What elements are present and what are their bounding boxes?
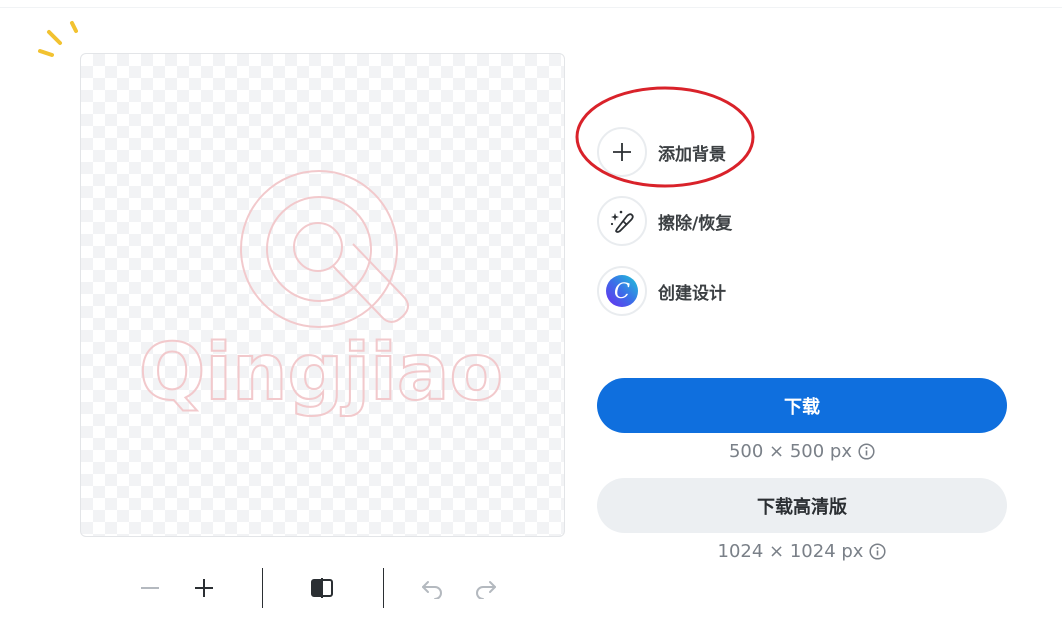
canva-logo-letter: C — [614, 279, 630, 303]
compare-icon — [311, 578, 333, 598]
download-button[interactable]: 下载 — [597, 378, 1007, 433]
download-hd-size-text: 1024 × 1024 px — [717, 541, 864, 562]
zoom-in-icon — [195, 579, 213, 597]
remove-background-result-page: Qingjiao 添加背景 擦除/恢复 C 创建设计 下载 500 × 500 … — [0, 0, 1062, 636]
add-background-label: 添加背景 — [658, 144, 726, 165]
download-hd-button[interactable]: 下载高清版 — [597, 478, 1007, 533]
info-icon[interactable] — [869, 543, 887, 560]
add-background-option[interactable]: 添加背景 — [597, 125, 726, 179]
info-icon[interactable] — [858, 443, 875, 460]
qingjiao-logo-image: Qingjiao — [138, 170, 504, 419]
compare-button[interactable] — [304, 570, 340, 606]
top-divider — [0, 7, 1062, 8]
toolbar-separator — [383, 568, 384, 608]
add-background-icon-circle — [597, 127, 647, 177]
download-size-note: 500 × 500 px — [597, 441, 1007, 462]
download-size-text: 500 × 500 px — [728, 441, 853, 462]
magic-brush-icon — [610, 210, 634, 233]
plus-icon — [613, 143, 631, 161]
zoom-out-icon — [141, 587, 159, 589]
toolbar-separator — [262, 568, 263, 608]
image-preview-canvas[interactable]: Qingjiao — [80, 53, 565, 537]
zoom-out-button[interactable] — [132, 570, 168, 606]
erase-restore-icon-circle — [597, 196, 647, 246]
erase-restore-label: 擦除/恢复 — [658, 213, 733, 234]
redo-button[interactable] — [468, 570, 504, 606]
undo-button[interactable] — [414, 570, 450, 606]
canva-logo-icon: C — [606, 275, 638, 307]
zoom-in-button[interactable] — [186, 570, 222, 606]
create-design-label: 创建设计 — [658, 283, 726, 304]
download-hd-size-note: 1024 × 1024 px — [597, 541, 1007, 562]
sparkle-icon — [38, 21, 78, 57]
logo-wordmark: Qingjiao — [139, 328, 503, 418]
create-design-icon-circle: C — [597, 266, 647, 316]
redo-icon — [476, 581, 496, 599]
create-design-option[interactable]: C 创建设计 — [597, 264, 726, 318]
undo-icon — [422, 581, 442, 599]
erase-restore-option[interactable]: 擦除/恢复 — [597, 194, 732, 248]
canvas-toolbar — [130, 566, 520, 612]
